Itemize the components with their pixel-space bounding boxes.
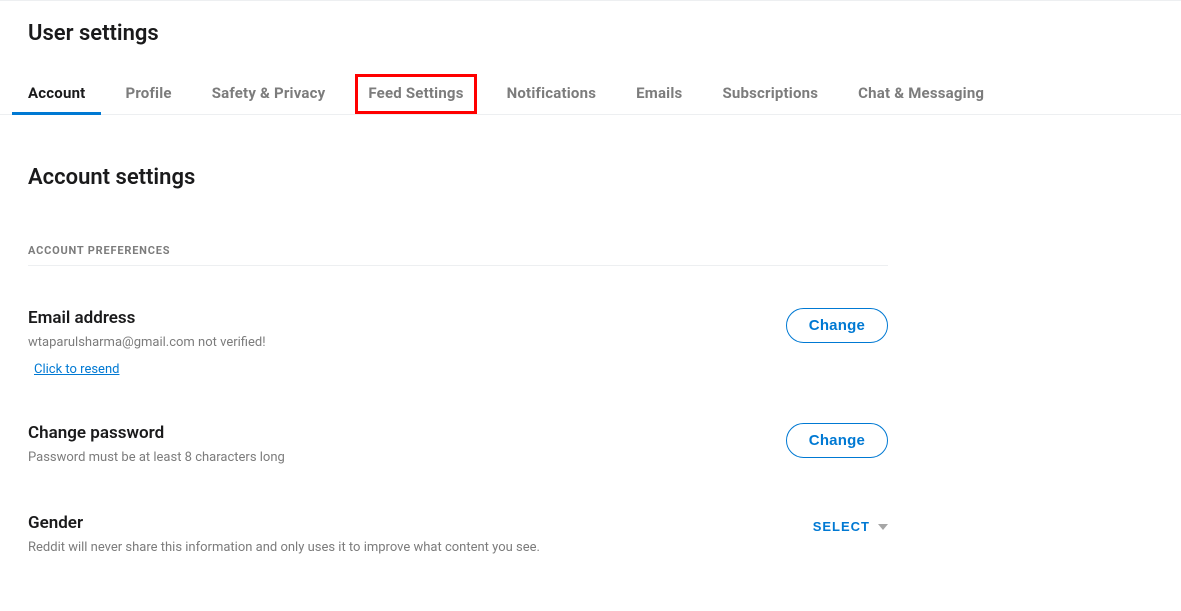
tab-account[interactable]: Account [28, 74, 85, 114]
tab-safety-privacy[interactable]: Safety & Privacy [212, 74, 326, 114]
section-title: Account settings [28, 165, 888, 190]
content-area: Account settings ACCOUNT PREFERENCES Ema… [28, 115, 888, 558]
tab-profile[interactable]: Profile [125, 74, 171, 114]
setting-gender: Gender Reddit will never share this info… [28, 513, 888, 557]
page-title: User settings [28, 1, 1153, 74]
tab-subscriptions[interactable]: Subscriptions [722, 74, 818, 114]
change-password-button[interactable]: Change [786, 423, 888, 458]
tab-emails[interactable]: Emails [636, 74, 682, 114]
resend-link[interactable]: Click to resend [34, 362, 119, 377]
tab-notifications[interactable]: Notifications [507, 74, 597, 114]
gender-title: Gender [28, 513, 813, 533]
gender-select-button[interactable]: SELECT [813, 519, 888, 534]
chevron-down-icon [878, 524, 888, 530]
subsection-header: ACCOUNT PREFERENCES [28, 244, 888, 266]
gender-select-label: SELECT [813, 519, 870, 534]
email-title: Email address [28, 308, 786, 328]
tab-chat-messaging[interactable]: Chat & Messaging [858, 74, 984, 114]
password-title: Change password [28, 423, 786, 443]
tab-feed-settings[interactable]: Feed Settings [355, 74, 476, 114]
setting-password: Change password Password must be at leas… [28, 423, 888, 467]
change-email-button[interactable]: Change [786, 308, 888, 343]
gender-desc: Reddit will never share this information… [28, 539, 813, 557]
password-desc: Password must be at least 8 characters l… [28, 449, 786, 467]
setting-email: Email address wtaparulsharma@gmail.com n… [28, 308, 888, 377]
settings-tabs: Account Profile Safety & Privacy Feed Se… [0, 74, 1181, 115]
email-desc: wtaparulsharma@gmail.com not verified! [28, 334, 786, 352]
